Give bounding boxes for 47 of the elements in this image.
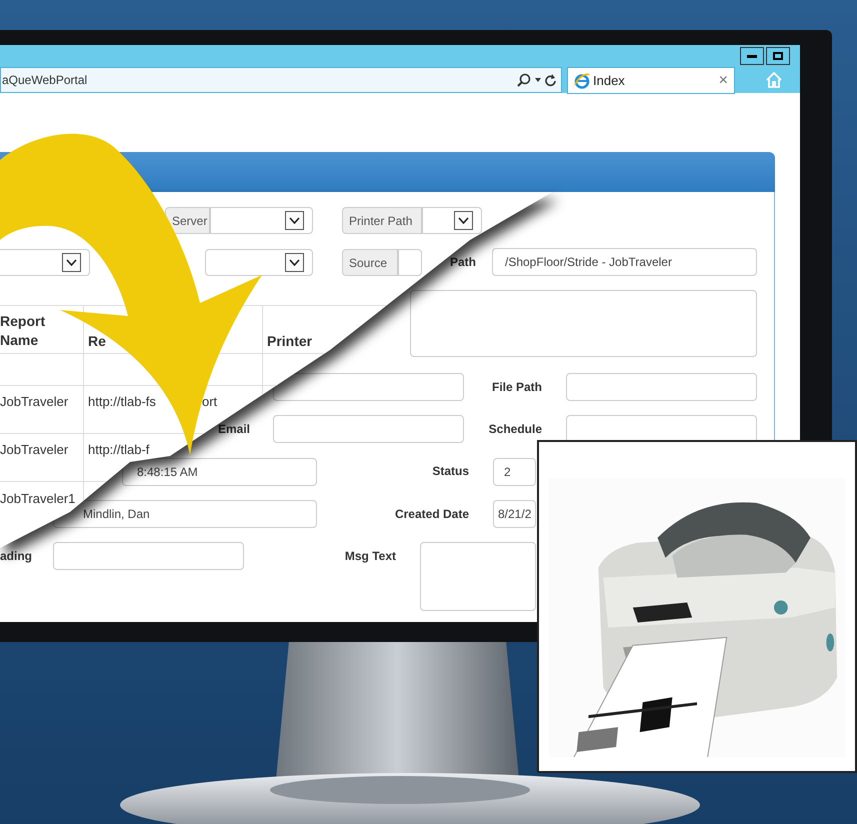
input-field[interactable]: 8:48:15 AM (122, 458, 317, 486)
close-tab-button[interactable]: × (718, 68, 728, 92)
field-label: Created Date (394, 507, 469, 521)
field-label: Source (342, 249, 398, 276)
table-cell-text: ort (202, 393, 218, 411)
input-field[interactable] (566, 373, 757, 401)
field-label: ading (0, 549, 32, 563)
address-field[interactable]: aQueWebPortal (0, 67, 562, 93)
column-header[interactable]: Report Name (0, 312, 70, 350)
column-header[interactable]: Re (88, 332, 106, 351)
browser-logo-icon (574, 72, 590, 88)
refresh-icon[interactable] (544, 73, 557, 87)
input-field[interactable]: 2 (493, 458, 536, 486)
dropdown-field[interactable] (398, 249, 422, 276)
field-label: Msg Text (344, 549, 396, 563)
field-label: File Path (492, 380, 542, 394)
caret-icon[interactable] (535, 78, 541, 82)
address-text: aQueWebPortal (1, 72, 88, 89)
tab-title: Index (593, 72, 625, 90)
minimize-button[interactable] (740, 47, 764, 65)
table-cell-text: http://tlab-f (88, 441, 150, 459)
browser-tab[interactable]: Index × (567, 67, 735, 94)
chevron-down-icon (458, 217, 469, 224)
dropdown-field[interactable] (205, 249, 313, 276)
table-cell-text: JobTraveler (0, 441, 68, 459)
search-icon[interactable] (517, 73, 531, 87)
field-label: Schedule (488, 422, 542, 436)
chevron-down-icon (289, 217, 300, 224)
column-header[interactable]: Printer (267, 332, 312, 351)
field-label: Server (165, 207, 210, 234)
dropdown-field[interactable] (210, 207, 313, 234)
field-label: Printer Path (342, 207, 422, 234)
table-cell-text: JobTraveler (0, 393, 68, 411)
input-field[interactable]: /ShopFloor/Stride - JobTraveler (492, 248, 757, 276)
input-field[interactable] (53, 542, 244, 570)
input-field[interactable]: 8/21/2 (493, 500, 536, 528)
restore-button[interactable] (766, 47, 790, 65)
chevron-down-icon (289, 259, 300, 266)
chevron-down-icon (66, 259, 77, 266)
field-label: Email (218, 422, 250, 436)
field-label: Status (432, 464, 469, 478)
input-field[interactable] (273, 373, 464, 401)
field-label: Path (450, 255, 476, 269)
dropdown-field[interactable] (422, 207, 482, 234)
dropdown-field[interactable] (0, 249, 90, 276)
input-field[interactable] (273, 415, 464, 443)
table-cell-text: http://tlab-fs (88, 393, 156, 411)
